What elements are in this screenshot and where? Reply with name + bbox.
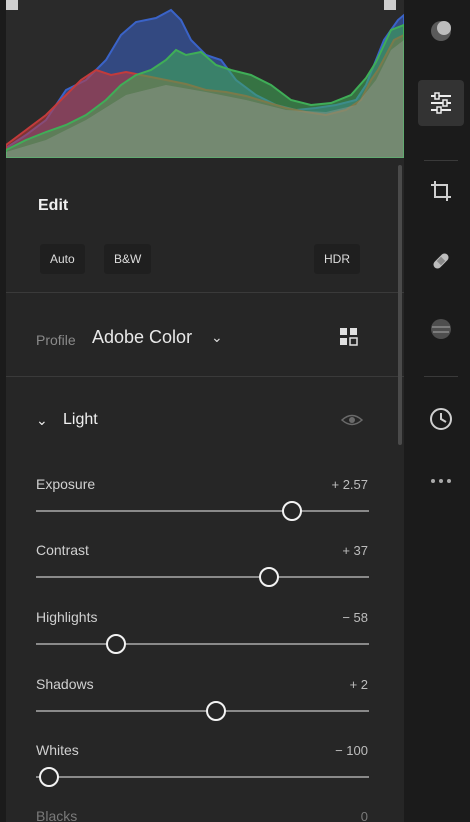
hdr-button[interactable]: HDR	[314, 244, 360, 274]
whites-slider[interactable]	[36, 767, 369, 787]
highlights-slider[interactable]	[36, 634, 369, 654]
masking-icon[interactable]	[418, 8, 464, 54]
exposure-slider[interactable]	[36, 501, 369, 521]
geometry-icon[interactable]	[418, 306, 464, 352]
highlights-label: Highlights	[36, 609, 98, 625]
whites-value[interactable]: − 100	[335, 743, 368, 758]
more-icon[interactable]	[418, 458, 464, 504]
histogram-graph	[6, 8, 404, 158]
exposure-label: Exposure	[36, 476, 96, 492]
blacks-value[interactable]: 0	[361, 809, 368, 822]
whites-label: Whites	[36, 742, 79, 758]
shadows-label: Shadows	[36, 676, 94, 692]
highlights-value[interactable]: − 58	[342, 610, 368, 625]
divider	[6, 376, 404, 377]
contrast-slider-knob[interactable]	[259, 567, 280, 587]
toolbar-divider	[424, 160, 458, 161]
shadows-slider[interactable]	[36, 701, 369, 721]
exposure-slider-knob[interactable]	[282, 501, 303, 521]
shadows-value[interactable]: + 2	[350, 677, 368, 692]
highlights-slider-knob[interactable]	[105, 634, 126, 654]
history-icon[interactable]	[418, 396, 464, 442]
exposure-value[interactable]: + 2.57	[331, 477, 368, 492]
shadows-slider-knob[interactable]	[205, 701, 226, 721]
shadow-clipping-indicator[interactable]	[6, 0, 18, 10]
contrast-slider[interactable]	[36, 567, 369, 587]
contrast-value[interactable]: + 37	[342, 543, 368, 558]
profile-label: Profile	[36, 332, 76, 348]
auto-button[interactable]: Auto	[40, 244, 85, 274]
tool-strip	[410, 0, 470, 822]
whites-slider-knob[interactable]	[39, 767, 60, 787]
histogram	[6, 0, 404, 158]
adjustments-icon[interactable]	[418, 80, 464, 126]
toolbar-divider	[424, 376, 458, 377]
divider	[6, 292, 404, 293]
profile-dropdown[interactable]: Adobe Color	[92, 327, 192, 348]
bw-button[interactable]: B&W	[104, 244, 152, 274]
app: Edit Auto B&W HDR Profile Adobe Color ⌄ …	[0, 0, 470, 822]
contrast-label: Contrast	[36, 542, 89, 558]
collapse-chevron-icon[interactable]: ⌄	[36, 412, 48, 429]
edit-title: Edit	[38, 197, 69, 214]
highlight-clipping-indicator[interactable]	[384, 0, 396, 10]
blacks-label: Blacks	[36, 808, 78, 822]
healing-icon[interactable]	[418, 238, 464, 284]
chevron-down-icon[interactable]: ⌄	[211, 329, 223, 346]
eye-icon[interactable]	[340, 412, 364, 428]
crop-icon[interactable]	[418, 168, 464, 214]
edit-panel: Edit Auto B&W HDR Profile Adobe Color ⌄ …	[6, 0, 404, 822]
panel-scrollbar[interactable]	[398, 165, 402, 445]
light-section-title[interactable]: Light	[63, 411, 98, 429]
grid-icon[interactable]	[338, 326, 360, 348]
